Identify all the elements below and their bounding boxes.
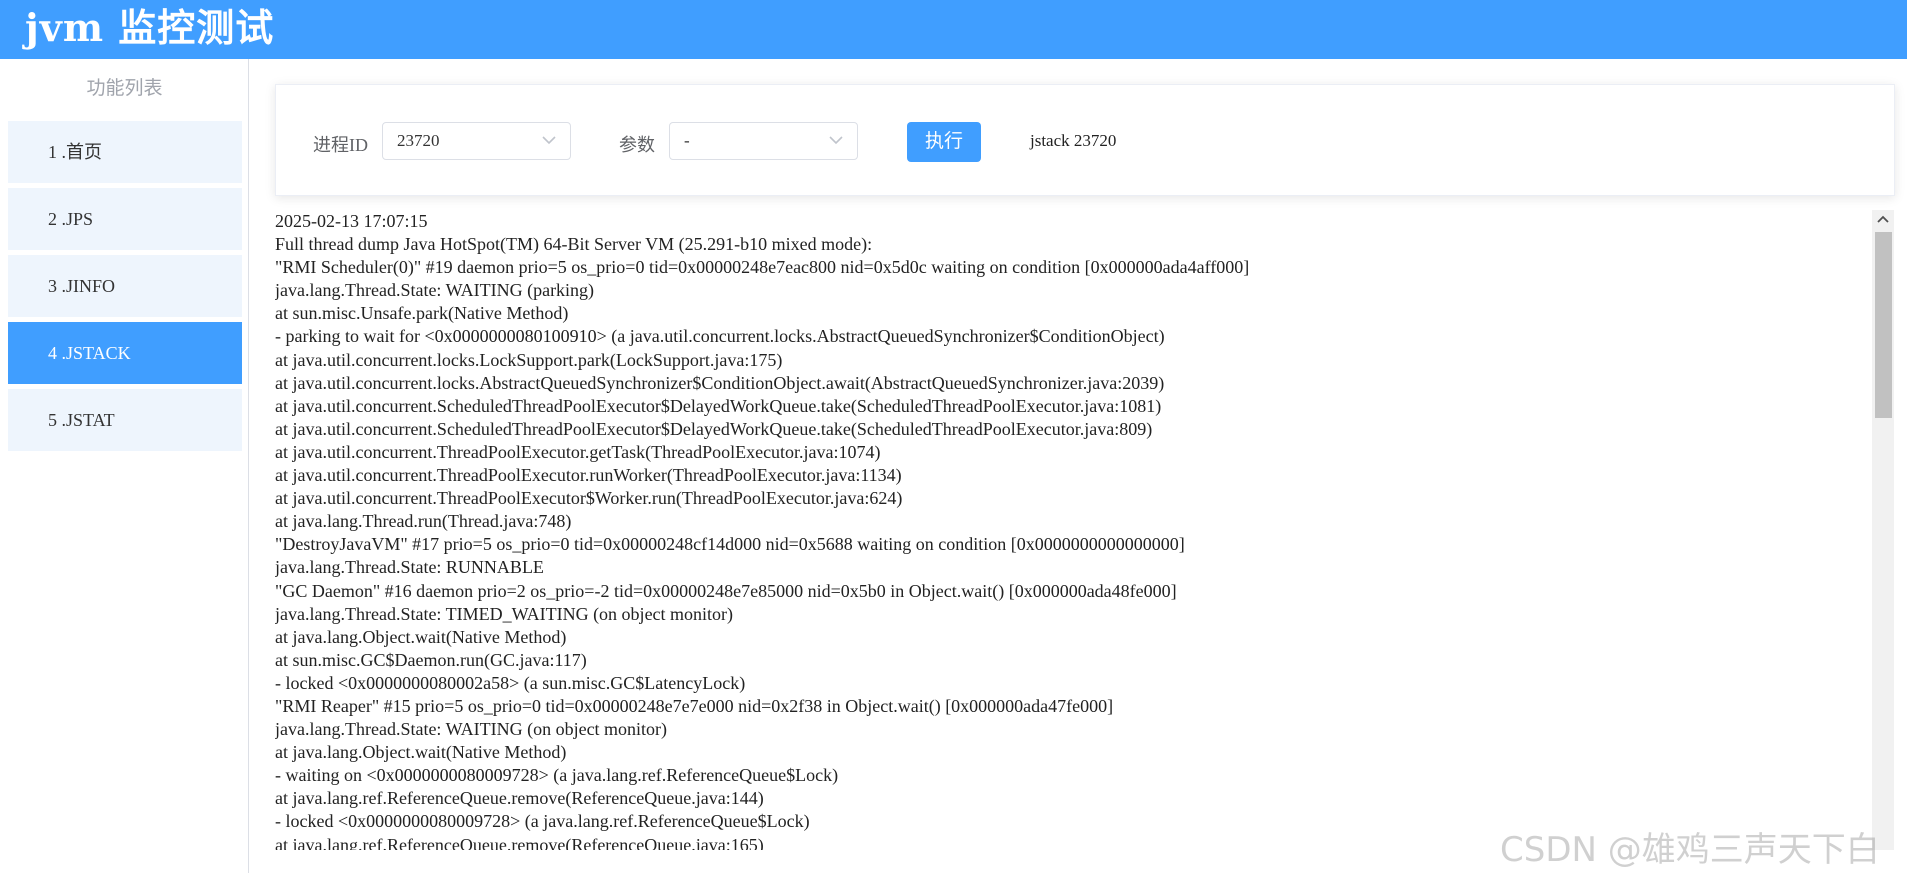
sidebar: 功能列表 1 .首页 2 .JPS 3 .JINFO 4 .JSTACK 5 .…: [0, 59, 249, 873]
output-line: "RMI Reaper" #15 prio=5 os_prio=0 tid=0x…: [275, 695, 1114, 716]
output-line: at java.lang.ref.ReferenceQueue.remove(R…: [275, 788, 764, 809]
scroll-up-icon[interactable]: [1872, 210, 1894, 230]
scrollbar-thumb[interactable]: [1875, 232, 1892, 418]
output-line: at java.util.concurrent.ScheduledThreadP…: [275, 395, 1162, 416]
output-line: at java.util.concurrent.ThreadPoolExecut…: [275, 488, 903, 509]
output-line: "DestroyJavaVM" #17 prio=5 os_prio=0 tid…: [275, 534, 1185, 555]
output-line: at java.lang.Thread.run(Thread.java:748): [275, 511, 572, 532]
output-line: at java.util.concurrent.ThreadPoolExecut…: [275, 465, 902, 486]
output-line: at java.util.concurrent.ScheduledThreadP…: [275, 418, 1153, 439]
app-header: jvm 监控测试: [0, 0, 1907, 59]
output-line: at java.lang.Object.wait(Native Method): [275, 742, 567, 763]
param-label: 参数: [619, 135, 655, 155]
pid-select-value: 23720: [397, 131, 440, 150]
output-line: - parking to wait for <0x000000008010091…: [275, 326, 1165, 347]
sidebar-item-jinfo[interactable]: 3 .JINFO: [8, 255, 242, 317]
jstack-output[interactable]: 2025-02-13 17:07:15 Full thread dump Java…: [275, 210, 1872, 850]
command-text: jstack 23720: [1030, 131, 1117, 150]
execute-button[interactable]: 执行: [907, 122, 981, 162]
chevron-down-icon: [829, 136, 843, 145]
pid-select[interactable]: 23720: [382, 122, 571, 160]
sidebar-item-jps[interactable]: 2 .JPS: [8, 188, 242, 250]
output-line: at java.util.concurrent.ThreadPoolExecut…: [275, 441, 881, 462]
command-panel: 进程ID 23720 参数 - 执行 jstack 23720: [275, 84, 1895, 196]
output-line: java.lang.Thread.State: RUNNABLE: [275, 557, 544, 578]
output-line: "GC Daemon" #16 daemon prio=2 os_prio=-2…: [275, 580, 1177, 601]
output-line: at java.lang.Object.wait(Native Method): [275, 626, 567, 647]
output-line: java.lang.Thread.State: WAITING (parking…: [275, 280, 595, 301]
sidebar-item-jstat[interactable]: 5 .JSTAT: [8, 389, 242, 451]
output-line: - waiting on <0x0000000080009728> (a jav…: [275, 765, 839, 786]
pid-label: 进程ID: [313, 135, 368, 155]
output-line: java.lang.Thread.State: TIMED_WAITING (o…: [275, 603, 734, 624]
chevron-down-icon: [542, 136, 556, 145]
output-line: 2025-02-13 17:07:15: [275, 211, 428, 231]
output-line: at sun.misc.Unsafe.park(Native Method): [275, 303, 569, 324]
output-scrollbar[interactable]: [1872, 210, 1894, 850]
output-line: at java.util.concurrent.locks.AbstractQu…: [275, 372, 1165, 393]
sidebar-item-home[interactable]: 1 .首页: [8, 121, 242, 183]
sidebar-item-jstack[interactable]: 4 .JSTACK: [8, 322, 242, 384]
watermark: CSDN @雄鸡三声天下白: [1500, 830, 1880, 870]
param-select-value: -: [684, 131, 690, 150]
output-line: at sun.misc.GC$Daemon.run(GC.java:117): [275, 649, 587, 670]
output-line: "RMI Scheduler(0)" #19 daemon prio=5 os_…: [275, 257, 1250, 278]
output-line: Full thread dump Java HotSpot(TM) 64-Bit…: [275, 234, 873, 255]
sidebar-title: 功能列表: [86, 78, 163, 99]
output-line: at java.util.concurrent.locks.LockSuppor…: [275, 349, 783, 370]
output-line: - locked <0x0000000080002a58> (a sun.mis…: [275, 672, 746, 693]
app-title: jvm 监控测试: [25, 5, 275, 50]
param-select[interactable]: -: [669, 122, 858, 160]
output-line: java.lang.Thread.State: WAITING (on obje…: [275, 719, 668, 740]
